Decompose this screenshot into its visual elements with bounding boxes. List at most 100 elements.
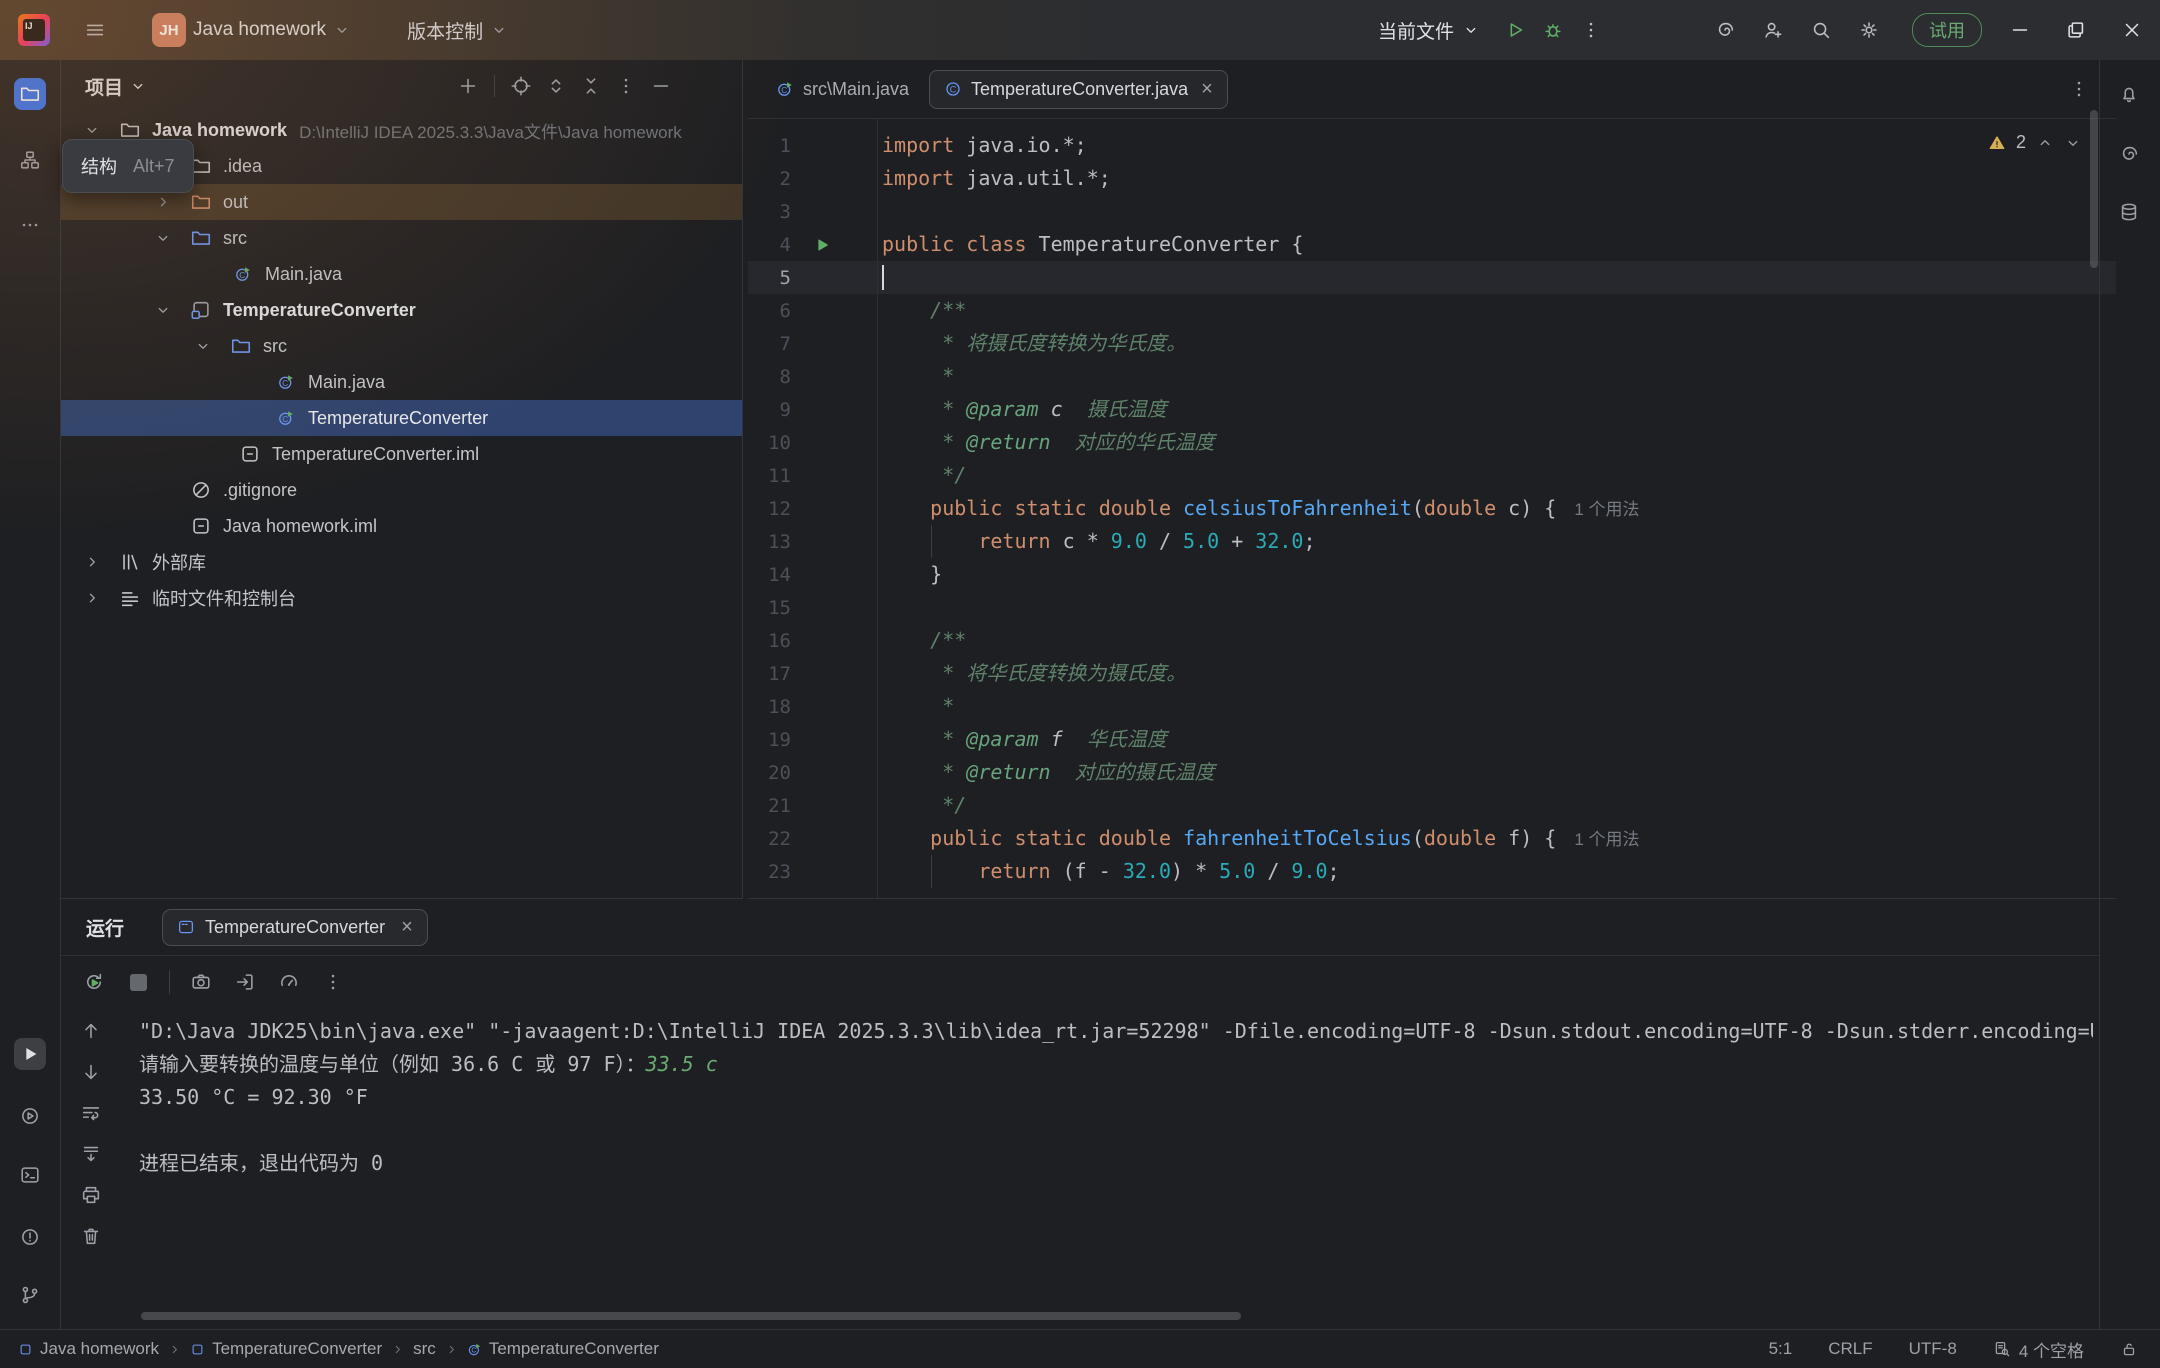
- run-panel-title: 运行: [86, 914, 124, 941]
- gauge-button[interactable]: [276, 969, 302, 995]
- inspections-widget[interactable]: 2: [1988, 132, 2082, 153]
- vcs-widget[interactable]: 版本控制: [397, 9, 518, 52]
- prev-warning-button[interactable]: [2036, 134, 2054, 152]
- tree-item[interactable]: TemperatureConverter.iml: [61, 436, 742, 472]
- add-button[interactable]: [455, 73, 481, 99]
- rerun-button[interactable]: [81, 969, 107, 995]
- editor-tab[interactable]: Csrc\Main.java: [762, 71, 923, 108]
- more-button[interactable]: [613, 73, 639, 99]
- tool-stripe-database[interactable]: [2113, 196, 2145, 228]
- tree-item[interactable]: src: [61, 328, 742, 364]
- breadcrumb-item[interactable]: Java homework: [18, 1339, 159, 1359]
- editor-tab-bar: Csrc\Main.javaCTemperatureConverter.java…: [748, 60, 2116, 119]
- editor-scrollbar[interactable]: [2090, 110, 2098, 268]
- locate-icon: [510, 75, 532, 97]
- tool-stripe-run[interactable]: [14, 1038, 46, 1070]
- next-warning-button[interactable]: [2064, 134, 2082, 152]
- tool-stripe-project[interactable]: [14, 78, 46, 110]
- code-with-me-button[interactable]: [1754, 11, 1792, 49]
- camera-button[interactable]: [188, 969, 214, 995]
- run-tab[interactable]: TemperatureConverter ×: [162, 909, 428, 946]
- tool-stripe-problems[interactable]: [14, 1221, 46, 1253]
- kebab-button[interactable]: [320, 969, 346, 995]
- usage-inlay-hint[interactable]: 1 个用法: [1574, 500, 1639, 519]
- console-output[interactable]: "D:\Java JDK25\bin\java.exe" "-javaagent…: [139, 1015, 2093, 1306]
- code-editor[interactable]: 1import java.io.*;2import java.util.*;34…: [748, 119, 2116, 898]
- caret-position-widget[interactable]: 5:1: [1769, 1339, 1793, 1359]
- tool-stripe-terminal[interactable]: [14, 1159, 46, 1191]
- project-widget[interactable]: JH Java homework: [142, 5, 361, 55]
- trial-badge[interactable]: 试用: [1912, 13, 1982, 47]
- more-run-actions-button[interactable]: [1572, 11, 1610, 49]
- run-toolbar: [61, 956, 2099, 1008]
- tree-item[interactable]: CMain.java: [61, 364, 742, 400]
- print-button[interactable]: [79, 1183, 103, 1207]
- run-button[interactable]: [1496, 11, 1534, 49]
- debug-button[interactable]: [1534, 11, 1572, 49]
- project-avatar: JH: [152, 13, 186, 47]
- tool-stripe-structure[interactable]: [14, 144, 46, 176]
- tree-item[interactable]: CMain.java: [61, 256, 742, 292]
- breadcrumb-item[interactable]: CTemperatureConverter: [467, 1339, 659, 1359]
- class-run-icon: C: [277, 373, 295, 391]
- breadcrumb-item[interactable]: TemperatureConverter: [190, 1339, 382, 1359]
- locate-button[interactable]: [508, 73, 534, 99]
- right-tool-stripe: [2099, 60, 2160, 1330]
- minimize-button[interactable]: [1992, 8, 2048, 52]
- tree-item[interactable]: src: [61, 220, 742, 256]
- expand-all-button[interactable]: [543, 73, 569, 99]
- usage-inlay-hint[interactable]: 1 个用法: [1574, 830, 1639, 849]
- search-everywhere-button[interactable]: [1802, 11, 1840, 49]
- code-line: 8 *: [748, 360, 2116, 393]
- folder-src-icon: [230, 335, 252, 357]
- tree-item[interactable]: Java homework.iml: [61, 508, 742, 544]
- folder-tool-icon: [19, 83, 41, 105]
- tab-options-button[interactable]: [2068, 78, 2090, 100]
- close-icon[interactable]: ×: [1201, 79, 1213, 99]
- line-ending-widget[interactable]: CRLF: [1828, 1339, 1872, 1359]
- svg-text:C: C: [282, 415, 288, 424]
- indent-widget[interactable]: 4 个空格: [1993, 1337, 2084, 1362]
- tree-item[interactable]: 外部库: [61, 544, 742, 580]
- run-configuration-selector[interactable]: 当前文件: [1378, 17, 1480, 44]
- problems-icon: [19, 1226, 41, 1248]
- tool-stripe-ai-assistant[interactable]: [2113, 138, 2145, 170]
- chevron-right-icon: [83, 553, 101, 571]
- gutter[interactable]: [791, 236, 877, 254]
- tree-item[interactable]: 临时文件和控制台: [61, 580, 742, 616]
- tree-item[interactable]: .gitignore: [61, 472, 742, 508]
- tree-item[interactable]: CTemperatureConverter: [61, 400, 742, 436]
- project-panel-title[interactable]: 项目: [85, 73, 147, 100]
- tool-stripe-services[interactable]: [14, 1100, 46, 1132]
- arrow-down-button[interactable]: [79, 1060, 103, 1084]
- svg-text:C: C: [239, 271, 245, 280]
- breadcrumb-item[interactable]: src: [413, 1339, 436, 1359]
- lock-widget[interactable]: [2120, 1340, 2138, 1358]
- encoding-widget[interactable]: UTF-8: [1909, 1339, 1957, 1359]
- hide-button[interactable]: [648, 73, 674, 99]
- chevron-down-icon: [83, 121, 101, 139]
- import-button[interactable]: [232, 969, 258, 995]
- editor-area[interactable]: Csrc\Main.javaCTemperatureConverter.java…: [748, 60, 2116, 899]
- console-line: 33.50 °C = 92.30 °F: [139, 1081, 2093, 1114]
- console-hscrollbar[interactable]: [141, 1312, 1241, 1320]
- intellij-logo-icon: IJ: [18, 14, 50, 46]
- close-button[interactable]: [2104, 8, 2160, 52]
- softwrap-button[interactable]: [79, 1101, 103, 1125]
- ai-assistant-button[interactable]: [1706, 11, 1744, 49]
- editor-tab[interactable]: CTemperatureConverter.java×: [929, 70, 1228, 109]
- tree-item[interactable]: TemperatureConverter: [61, 292, 742, 328]
- collapse-all-button[interactable]: [578, 73, 604, 99]
- tool-stripe-more-tools[interactable]: [14, 209, 46, 241]
- restore-button[interactable]: [2048, 8, 2104, 52]
- close-icon[interactable]: ×: [401, 917, 413, 937]
- settings-button[interactable]: [1850, 11, 1888, 49]
- arrow-up-button[interactable]: [79, 1019, 103, 1043]
- bell-icon: [2118, 83, 2140, 105]
- trash-button[interactable]: [79, 1224, 103, 1248]
- tool-stripe-version-control[interactable]: [14, 1279, 46, 1311]
- kebab-icon: [322, 971, 344, 993]
- main-menu-button[interactable]: [76, 11, 114, 49]
- tool-stripe-notifications[interactable]: [2113, 78, 2145, 110]
- scrollend-button[interactable]: [79, 1142, 103, 1166]
